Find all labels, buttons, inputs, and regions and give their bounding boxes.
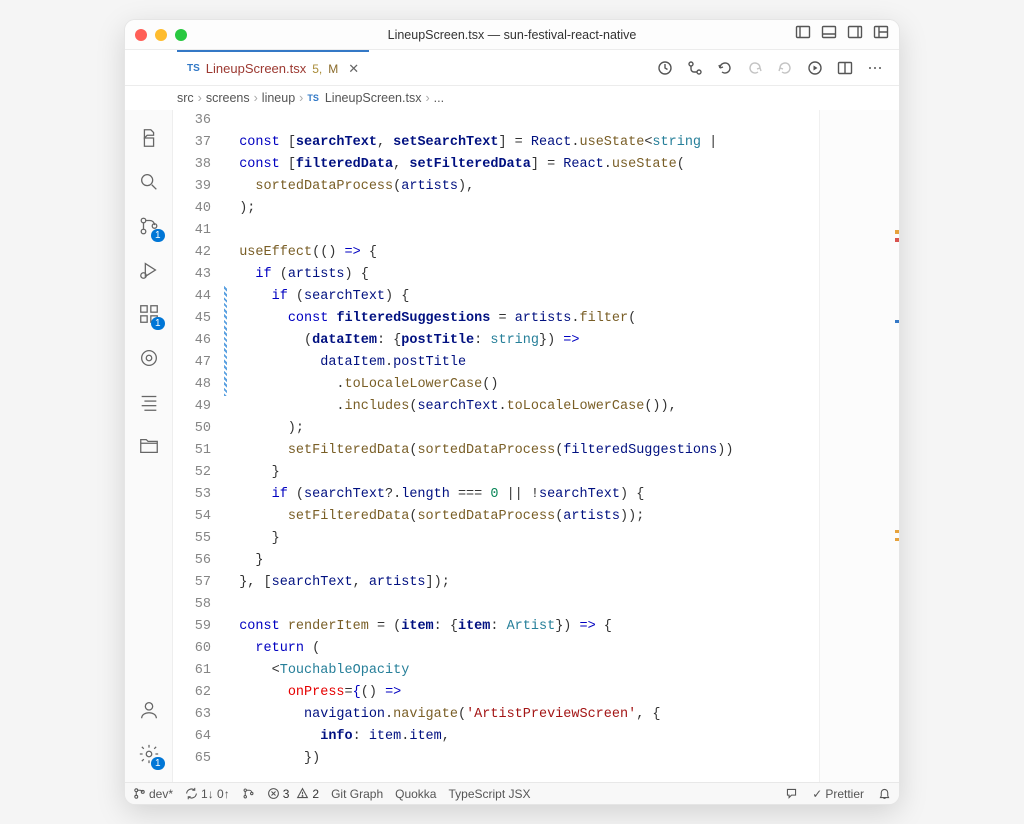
breadcrumb-file[interactable]: LineupScreen.tsx bbox=[325, 91, 422, 105]
status-problems[interactable]: 3 2 bbox=[267, 787, 319, 801]
git-modified-indicator bbox=[224, 286, 227, 396]
activity-debug[interactable] bbox=[125, 250, 173, 290]
breadcrumb-item[interactable]: src bbox=[177, 91, 194, 105]
breadcrumb-item[interactable]: lineup bbox=[262, 91, 295, 105]
window-minimize-icon[interactable] bbox=[155, 29, 167, 41]
status-git-graph[interactable]: Git Graph bbox=[331, 787, 383, 801]
tab-lineupscreen[interactable]: TS LineupScreen.tsx 5, M ✕ bbox=[177, 50, 369, 85]
settings-badge: 1 bbox=[151, 757, 165, 770]
nav-back-icon[interactable] bbox=[747, 60, 763, 76]
extensions-badge: 1 bbox=[151, 317, 165, 330]
tab-filename: LineupScreen.tsx bbox=[206, 61, 306, 76]
activity-extensions[interactable]: 1 bbox=[125, 294, 173, 334]
activity-settings[interactable]: 1 bbox=[125, 734, 173, 774]
nav-forward-icon[interactable] bbox=[777, 60, 793, 76]
activity-gitlens[interactable] bbox=[125, 338, 173, 378]
split-editor-icon[interactable] bbox=[837, 60, 853, 76]
activity-search[interactable] bbox=[125, 162, 173, 202]
code-content[interactable]: const [searchText, setSearchText] = Reac… bbox=[223, 110, 819, 782]
activity-bar: 1 1 bbox=[125, 110, 173, 782]
tab-modified-badge: M bbox=[328, 62, 338, 76]
activity-explorer[interactable] bbox=[125, 118, 173, 158]
window-close-icon[interactable] bbox=[135, 29, 147, 41]
panel-left-icon[interactable] bbox=[795, 24, 811, 45]
status-bar: dev* 1↓ 0↑ 3 2 Git Graph Quokka TypeScri… bbox=[125, 782, 899, 804]
vscode-window: LineupScreen.tsx — sun-festival-react-na… bbox=[125, 20, 899, 804]
activity-scm[interactable]: 1 bbox=[125, 206, 173, 246]
status-gitlens-icon[interactable] bbox=[242, 787, 255, 800]
timeline-icon[interactable] bbox=[657, 60, 673, 76]
editor-layout-actions bbox=[795, 24, 889, 45]
ts-file-icon: TS bbox=[187, 63, 200, 74]
activity-folder[interactable] bbox=[125, 426, 173, 466]
tab-bar: TS LineupScreen.tsx 5, M ✕ bbox=[125, 50, 899, 86]
status-bell-icon[interactable] bbox=[878, 787, 891, 801]
chevron-right-icon: › bbox=[299, 91, 303, 105]
status-language[interactable]: TypeScript JSX bbox=[448, 787, 530, 801]
more-actions-icon[interactable] bbox=[867, 60, 883, 76]
customize-layout-icon[interactable] bbox=[873, 24, 889, 45]
run-icon[interactable] bbox=[807, 60, 823, 76]
panel-bottom-icon[interactable] bbox=[821, 24, 837, 45]
editor-actions bbox=[657, 60, 895, 76]
revert-icon[interactable] bbox=[717, 60, 733, 76]
activity-outline[interactable] bbox=[125, 382, 173, 422]
chevron-right-icon: › bbox=[198, 91, 202, 105]
breadcrumb[interactable]: src › screens › lineup › TS LineupScreen… bbox=[125, 86, 899, 110]
minimap[interactable] bbox=[819, 110, 899, 782]
chevron-right-icon: › bbox=[425, 91, 429, 105]
status-prettier[interactable]: ✓ Prettier bbox=[812, 787, 864, 801]
scm-badge: 1 bbox=[151, 229, 165, 242]
title-bar: LineupScreen.tsx — sun-festival-react-na… bbox=[125, 20, 899, 50]
line-number-gutter: 3637383940414243444546474849505152535455… bbox=[173, 110, 223, 782]
breadcrumb-item[interactable]: screens bbox=[206, 91, 250, 105]
breadcrumb-trail[interactable]: ... bbox=[434, 91, 444, 105]
diff-icon[interactable] bbox=[687, 60, 703, 76]
activity-accounts[interactable] bbox=[125, 690, 173, 730]
status-sync[interactable]: 1↓ 0↑ bbox=[185, 787, 230, 801]
status-branch[interactable]: dev* bbox=[133, 787, 173, 801]
panel-right-icon[interactable] bbox=[847, 24, 863, 45]
status-feedback-icon[interactable] bbox=[785, 787, 798, 801]
code-editor[interactable]: 3637383940414243444546474849505152535455… bbox=[173, 110, 819, 782]
chevron-right-icon: › bbox=[254, 91, 258, 105]
window-traffic-lights bbox=[135, 29, 187, 41]
tab-problem-count: 5, bbox=[312, 62, 322, 76]
status-quokka[interactable]: Quokka bbox=[395, 787, 436, 801]
tab-close-icon[interactable]: ✕ bbox=[348, 61, 359, 77]
window-title: LineupScreen.tsx — sun-festival-react-na… bbox=[388, 28, 637, 42]
window-maximize-icon[interactable] bbox=[175, 29, 187, 41]
ts-file-icon: TS bbox=[307, 93, 319, 103]
